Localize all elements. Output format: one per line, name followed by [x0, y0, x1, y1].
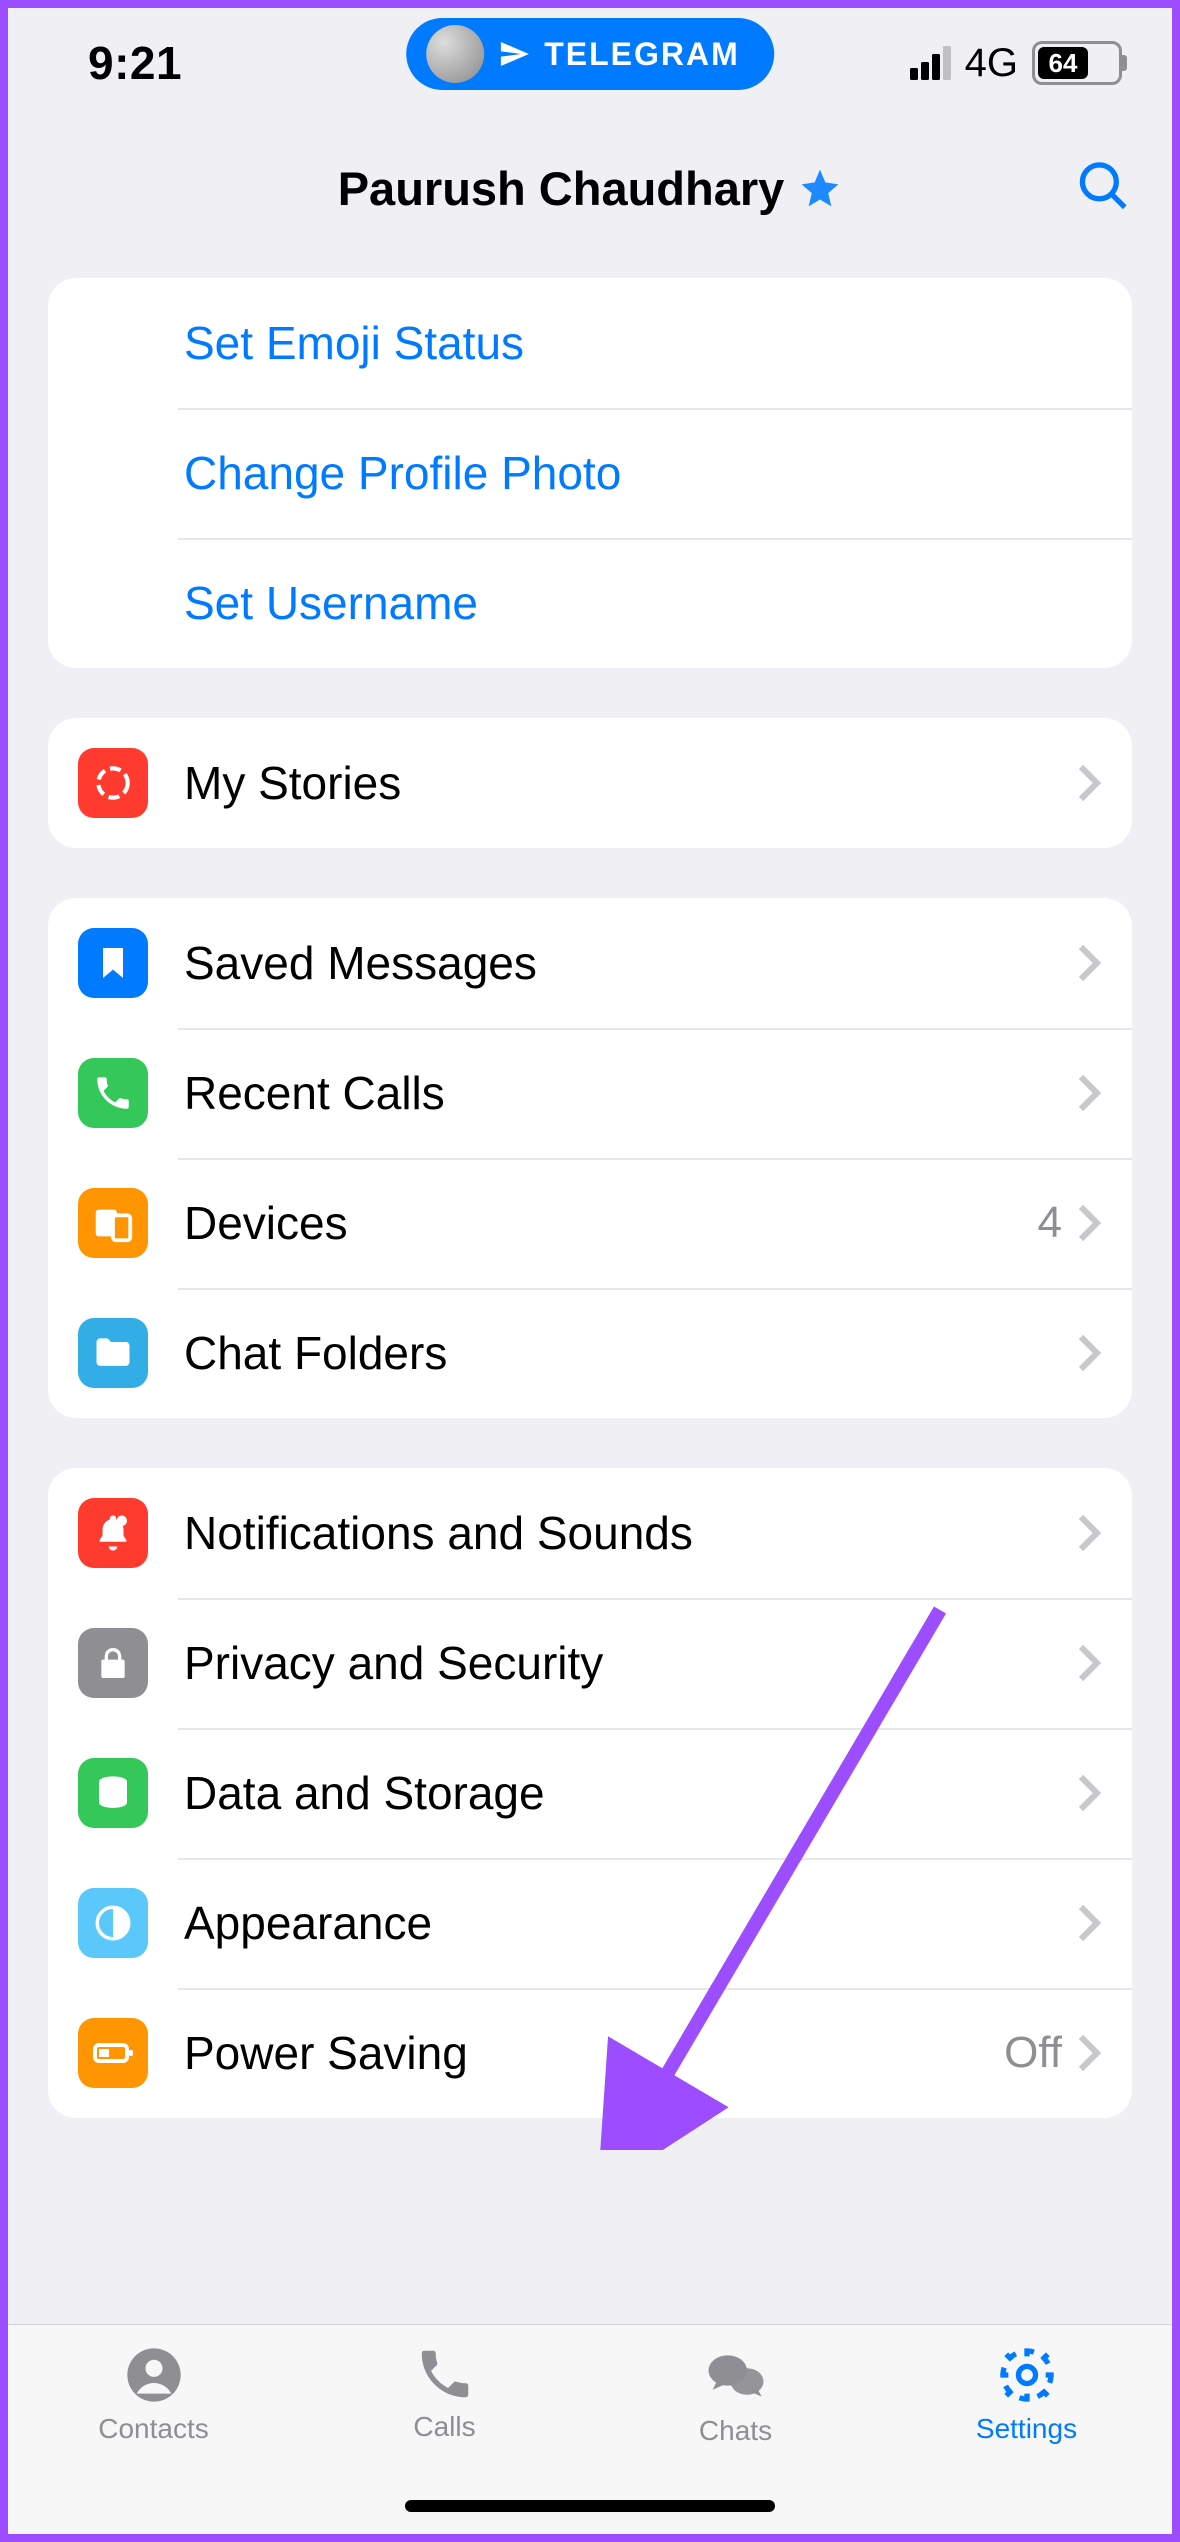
settings-header: Paurush Chaudhary	[8, 118, 1172, 258]
chat-folders[interactable]: Chat Folders	[48, 1288, 1132, 1418]
chevron-right-icon	[1076, 1773, 1102, 1813]
gear-icon	[995, 2343, 1059, 2407]
row-label: Recent Calls	[184, 1066, 1076, 1120]
status-bar: 9:21 4G 64	[8, 8, 1172, 118]
stories-group: My Stories	[48, 718, 1132, 848]
privacy-and-security[interactable]: Privacy and Security	[48, 1598, 1132, 1728]
saved-messages[interactable]: Saved Messages	[48, 898, 1132, 1028]
folder-icon	[91, 1331, 135, 1375]
row-label: My Stories	[184, 756, 1076, 810]
chevron-right-icon	[1076, 943, 1102, 983]
chevron-right-icon	[1076, 1903, 1102, 1943]
stories-icon	[91, 761, 135, 805]
tab-settings[interactable]: Settings	[881, 2343, 1172, 2534]
chevron-right-icon	[1076, 1333, 1102, 1373]
chevron-right-icon	[1076, 2033, 1102, 2073]
row-value: 4	[1038, 1198, 1062, 1248]
phone-icon	[414, 2343, 476, 2405]
premium-star-icon	[798, 166, 842, 210]
contrast-icon	[92, 1902, 134, 1944]
at-plus-icon	[83, 573, 143, 633]
database-icon	[92, 1772, 134, 1814]
row-label: Appearance	[184, 1896, 1076, 1950]
page-title: Paurush Chaudhary	[338, 161, 843, 216]
phone-icon	[92, 1072, 134, 1114]
tab-label: Calls	[413, 2411, 475, 2443]
row-label: Notifications and Sounds	[184, 1506, 1076, 1560]
bookmark-icon	[93, 943, 133, 983]
preferences-group: Notifications and Sounds Privacy and Sec…	[48, 1468, 1132, 2118]
row-label: Power Saving	[184, 2026, 1004, 2080]
my-stories[interactable]: My Stories	[48, 718, 1132, 848]
camera-plus-icon	[83, 443, 143, 503]
row-label: Devices	[184, 1196, 1038, 1250]
search-icon	[1074, 157, 1132, 215]
chevron-right-icon	[1076, 1643, 1102, 1683]
notifications-and-sounds[interactable]: Notifications and Sounds	[48, 1468, 1132, 1598]
status-time: 9:21	[88, 36, 182, 90]
row-value: Off	[1004, 2028, 1062, 2078]
set-username[interactable]: Set Username	[48, 538, 1132, 668]
search-button[interactable]	[1074, 157, 1132, 220]
lock-icon	[93, 1643, 133, 1683]
tab-label: Contacts	[98, 2413, 209, 2445]
tab-label: Settings	[976, 2413, 1077, 2445]
data-and-storage[interactable]: Data and Storage	[48, 1728, 1132, 1858]
power-saving[interactable]: Power Saving Off	[48, 1988, 1132, 2118]
appearance[interactable]: Appearance	[48, 1858, 1132, 1988]
devices-icon	[90, 1200, 136, 1246]
row-label: Saved Messages	[184, 936, 1076, 990]
chats-icon	[703, 2343, 769, 2409]
home-indicator[interactable]	[405, 2500, 775, 2512]
bell-icon	[92, 1512, 134, 1554]
chevron-right-icon	[1076, 1203, 1102, 1243]
chevron-right-icon	[1076, 763, 1102, 803]
change-profile-photo[interactable]: Change Profile Photo	[48, 408, 1132, 538]
network-label: 4G	[965, 41, 1018, 86]
recent-calls[interactable]: Recent Calls	[48, 1028, 1132, 1158]
battery-icon: 64	[1032, 41, 1122, 85]
chats-group: Saved Messages Recent Calls Devices 4	[48, 898, 1132, 1418]
row-label: Privacy and Security	[184, 1636, 1076, 1690]
row-label: Data and Storage	[184, 1766, 1076, 1820]
settings-content: Set Emoji Status Change Profile Photo Se…	[8, 258, 1172, 2324]
row-label: Chat Folders	[184, 1326, 1076, 1380]
set-emoji-status[interactable]: Set Emoji Status	[48, 278, 1132, 408]
row-label: Set Emoji Status	[184, 316, 1102, 370]
emoji-plus-icon	[83, 313, 143, 373]
status-right: 4G 64	[910, 41, 1122, 86]
chevron-right-icon	[1076, 1073, 1102, 1113]
tab-label: Chats	[699, 2415, 772, 2447]
chevron-right-icon	[1076, 1513, 1102, 1553]
row-label: Change Profile Photo	[184, 446, 1102, 500]
person-icon	[122, 2343, 186, 2407]
tab-contacts[interactable]: Contacts	[8, 2343, 299, 2534]
signal-icon	[910, 46, 951, 80]
user-name: Paurush Chaudhary	[338, 161, 785, 216]
devices[interactable]: Devices 4	[48, 1158, 1132, 1288]
battery-level: 64	[1038, 47, 1088, 79]
row-label: Set Username	[184, 576, 1102, 630]
profile-actions-group: Set Emoji Status Change Profile Photo Se…	[48, 278, 1132, 668]
battery-icon	[89, 2029, 137, 2077]
